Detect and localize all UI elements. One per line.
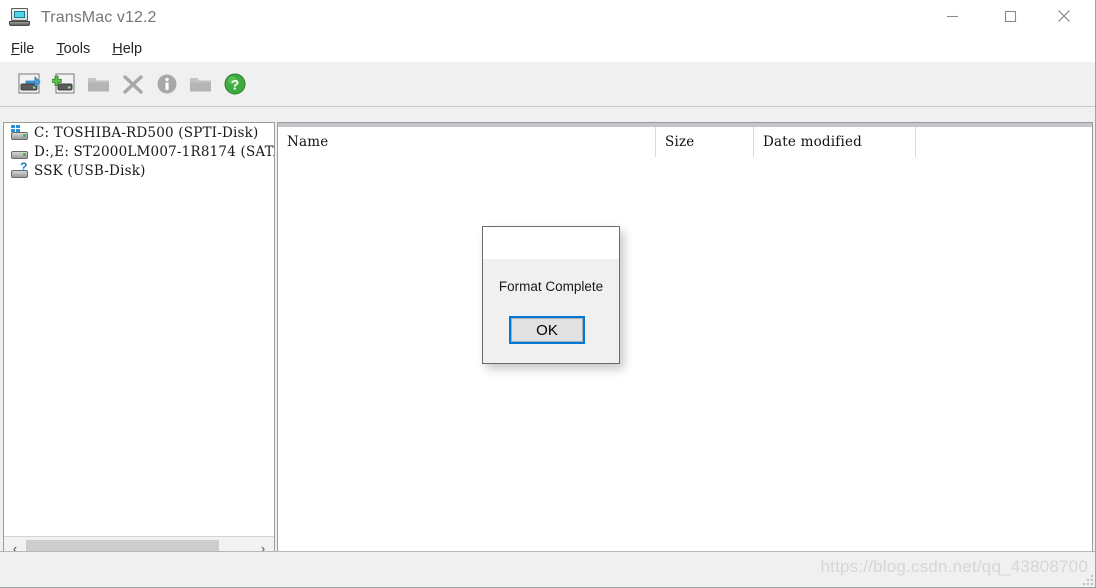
minimize-button[interactable] [929,0,975,32]
toolbar: ? [0,62,1095,107]
windows-system-drive-icon [11,124,28,141]
file-list-body[interactable] [278,157,1092,559]
open-disk-image-button[interactable] [14,67,48,101]
tree-item-label: D:,E: ST2000LM007-1R8174 (SATA- [34,143,274,160]
dialog-title-bar [483,227,619,259]
menu-tools-rest: ools [63,40,91,57]
minimize-icon [946,15,958,17]
open-folder-button[interactable] [184,67,218,101]
menu-bar: File Tools Help [0,35,1095,62]
dialog-ok-label: OK [536,321,558,339]
status-bar: https://blog.csdn.net/qq_43808700 [0,551,1095,587]
open-folder-icon [190,78,211,92]
delete-button[interactable] [116,67,150,101]
resize-grip[interactable] [1081,573,1093,585]
svg-text:?: ? [231,76,240,92]
computer-monitor-icon [9,7,31,28]
column-header-size[interactable]: Size [656,127,754,157]
maximize-button[interactable] [987,0,1033,32]
properties-button[interactable] [150,67,184,101]
column-header-name[interactable]: Name [278,127,656,157]
dialog-ok-button[interactable]: OK [509,316,585,344]
file-list-panel: Name Size Date modified [277,122,1093,560]
new-folder-icon [88,78,109,92]
column-header-date-modified[interactable]: Date modified [754,127,916,157]
column-header-filler [916,127,1092,157]
help-button[interactable]: ? [218,67,252,101]
watermark-text: https://blog.csdn.net/qq_43808700 [820,557,1088,576]
dialog-message: Format Complete [498,279,604,294]
format-complete-dialog: Format Complete OK [482,226,620,364]
menu-item-tools[interactable]: Tools [56,41,90,57]
drive-tree-panel: C: TOSHIBA-RD500 (SPTI-Disk) D:,E: ST200… [3,122,275,560]
menu-help-rest: elp [122,40,143,57]
menu-tools-accel: T [56,40,64,57]
maximize-icon [1004,10,1016,22]
menu-file-accel: F [11,40,20,57]
menu-file-rest: ile [19,40,35,57]
drive-tree-list: C: TOSHIBA-RD500 (SPTI-Disk) D:,E: ST200… [4,123,274,535]
unknown-usb-drive-icon: ? [11,161,28,179]
help-icon: ? [224,73,246,95]
open-disk-image-icon [18,73,41,94]
tree-item-c-drive[interactable]: C: TOSHIBA-RD500 (SPTI-Disk) [4,123,274,142]
new-folder-button[interactable] [82,67,116,101]
hard-drive-icon [11,144,28,160]
menu-item-help[interactable]: Help [112,41,142,57]
transmac-window: TransMac v12.2 File Tools Help ? C: TOSH… [0,0,1096,588]
file-list-header: Name Size Date modified [278,123,1092,157]
delete-icon [123,75,143,94]
new-disk-image-button[interactable] [48,67,82,101]
window-title: TransMac v12.2 [41,8,157,26]
tree-item-de-drive[interactable]: D:,E: ST2000LM007-1R8174 (SATA- [4,142,274,161]
tree-item-ssk-usb[interactable]: ? SSK (USB-Disk) [4,161,274,180]
tree-item-label: SSK (USB-Disk) [34,162,146,179]
menu-item-file[interactable]: File [11,41,34,57]
new-disk-image-icon [52,73,75,94]
close-button[interactable] [1041,0,1087,32]
menu-help-accel: H [112,40,123,57]
close-icon [1058,10,1070,22]
properties-info-icon [157,74,177,94]
tree-item-label: C: TOSHIBA-RD500 (SPTI-Disk) [34,124,259,141]
title-bar: TransMac v12.2 [0,0,1095,35]
